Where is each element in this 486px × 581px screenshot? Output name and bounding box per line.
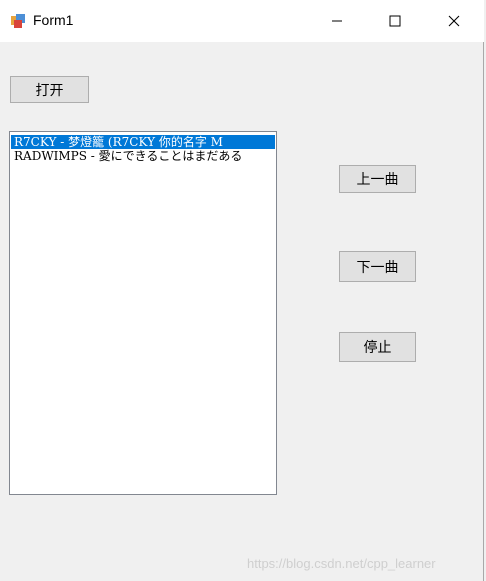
playlist-item[interactable]: RADWIMPS - 愛にできることはまだある (11, 149, 275, 163)
close-icon (448, 15, 460, 27)
window-title: Form1 (33, 12, 74, 28)
playlist-item[interactable]: R7CKY - 梦燈籠 (R7CKY 你的名字 M (11, 135, 275, 149)
next-track-button[interactable]: 下一曲 (339, 251, 416, 282)
minimize-icon (332, 20, 342, 22)
previous-track-button[interactable]: 上一曲 (339, 165, 416, 193)
close-button[interactable] (425, 0, 483, 42)
minimize-button[interactable] (308, 0, 366, 42)
form-window: Form1 打开 R7CKY - 梦燈籠 (R7CKY 你的名字 M RADWI… (0, 0, 484, 581)
open-button[interactable]: 打开 (10, 76, 89, 103)
maximize-icon (389, 15, 401, 27)
playlist-listbox[interactable]: R7CKY - 梦燈籠 (R7CKY 你的名字 M RADWIMPS - 愛にで… (9, 131, 277, 495)
stop-button[interactable]: 停止 (339, 332, 416, 362)
watermark-text: https://blog.csdn.net/cpp_learner (247, 556, 436, 571)
title-bar[interactable]: Form1 (0, 0, 484, 42)
app-icon (11, 14, 25, 28)
maximize-button[interactable] (366, 0, 424, 42)
